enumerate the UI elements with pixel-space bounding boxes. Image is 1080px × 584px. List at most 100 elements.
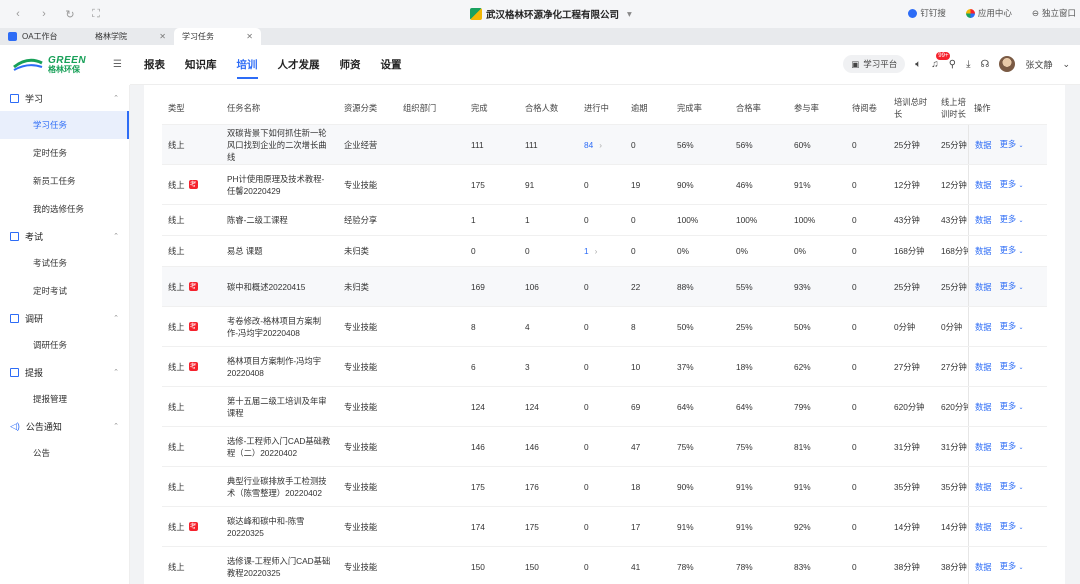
forward-icon[interactable]: › [38,8,50,21]
sidebar-group-exam[interactable]: 考试 ⌃ [0,223,129,249]
sidebar-group-survey[interactable]: 调研 ⌃ [0,305,129,331]
in-progress-link[interactable]: 1 › [578,245,625,257]
pending-grading-cell: 0 [852,521,857,532]
task-name[interactable]: 碳中和概述20220415 [221,281,338,293]
nav-settings[interactable]: 设置 [381,45,402,85]
col-header: 合格人数 [525,102,559,113]
type-cell: 线上 [162,401,221,413]
more-dropdown[interactable]: 更多 ⌄ [1000,520,1024,534]
more-dropdown[interactable]: 更多 ⌄ [1000,320,1024,334]
sidebar-item-report-management[interactable]: 提报管理 [0,385,129,413]
avatar[interactable] [999,56,1016,72]
in-progress-cell: 0 [584,481,589,492]
task-name[interactable]: 典型行业碳排放手工检测技术（陈雪整理）20220402 [221,475,338,499]
data-link[interactable]: 数据 [975,281,992,293]
data-link[interactable]: 数据 [975,139,992,151]
sidebar-group-announcements[interactable]: ◁) 公告通知 ⌃ [0,413,129,439]
nav-knowledge[interactable]: 知识库 [185,45,217,85]
headset-icon[interactable]: ☊ [981,59,990,70]
task-name[interactable]: 陈睿-二级工课程 [221,214,338,226]
more-dropdown[interactable]: 更多 ⌄ [1000,213,1024,227]
in-progress-cell: 0 [584,561,589,572]
data-link[interactable]: 数据 [975,561,992,573]
task-name[interactable]: 碳达峰和碳中和-陈雪20220325 [221,515,338,539]
exam-icon [10,231,19,241]
chevron-right-icon: › [594,246,598,256]
tab-learning-tasks[interactable]: 学习任务 ✕ [174,28,261,45]
sidebar-group-learning[interactable]: 学习 ⌃ [0,85,129,111]
data-link[interactable]: 数据 [975,321,992,333]
task-name[interactable]: 考卷修改-格林项目方案制作-冯均宇20220408 [221,315,338,339]
close-icon[interactable]: ✕ [246,32,253,41]
sidebar-item-new-employee-tasks[interactable]: 新员工任务 [0,167,129,195]
sidebar-item-scheduled-tasks[interactable]: 定时任务 [0,139,129,167]
more-dropdown[interactable]: 更多 ⌄ [1000,178,1024,192]
data-link[interactable]: 数据 [975,214,992,226]
more-dropdown[interactable]: 更多 ⌄ [1000,244,1024,258]
more-dropdown[interactable]: 更多 ⌄ [1000,560,1024,574]
sidebar-group-report[interactable]: 提报 ⌃ [0,359,129,385]
fullscreen-icon[interactable]: ⛶ [90,8,102,21]
overdue-cell: 17 [631,521,641,532]
data-link[interactable]: 数据 [975,521,992,533]
learning-platform-button[interactable]: ▣ 学习平台 [843,55,906,73]
sidebar-item-announcement[interactable]: 公告 [0,439,129,467]
overdue-cell: 69 [631,401,641,412]
nav-teachers[interactable]: 师资 [340,45,361,85]
more-dropdown[interactable]: 更多 ⌄ [1000,360,1024,374]
more-dropdown[interactable]: 更多 ⌄ [1000,480,1024,494]
data-link[interactable]: 数据 [975,179,992,191]
more-dropdown[interactable]: 更多 ⌄ [1000,138,1024,152]
data-link[interactable]: 数据 [975,245,992,257]
sidebar-item-scheduled-exams[interactable]: 定时考试 [0,277,129,305]
standalone-window-button[interactable]: ⊖ 独立窗口 [1032,7,1076,19]
more-dropdown[interactable]: 更多 ⌄ [1000,280,1024,294]
task-name[interactable]: 选修-工程师入门CAD基础教程（二）20220402 [221,435,338,459]
task-name[interactable]: 选修课-工程师入门CAD基础教程20220325 [221,555,338,579]
nav-talent[interactable]: 人才发展 [278,45,320,85]
nav-training[interactable]: 培训 [236,45,258,85]
data-link[interactable]: 数据 [975,401,992,413]
sidebar-item-survey-tasks[interactable]: 调研任务 [0,331,129,359]
sidebar-item-learning-tasks[interactable]: 学习任务 [0,111,129,139]
task-name[interactable]: 易总 课题 [221,245,338,257]
category-cell: 未归类 [344,246,369,256]
app-center-button[interactable]: 应用中心 [965,7,1012,19]
download-icon[interactable]: ⤓ [966,59,970,70]
brand-logo[interactable]: GREEN 格林环保 ☰ [0,45,130,85]
in-progress-link[interactable]: 84 › [578,139,625,151]
in-progress-cell: 0 [584,179,589,190]
dingtalk-search-button[interactable]: 钉钉搜 [908,7,946,19]
data-link[interactable]: 数据 [975,441,992,453]
close-icon[interactable]: ✕ [159,32,166,41]
pass-cell: 111 [525,139,538,150]
browser-right-label: 独立窗口 [1041,8,1076,18]
col-header: 完成 [471,102,488,113]
type-text: 线上 [168,401,185,412]
refresh-icon[interactable]: ↻ [64,8,76,21]
data-link[interactable]: 数据 [975,361,992,373]
chevron-down-icon[interactable]: ⌄ [1062,59,1070,70]
tab-oa[interactable]: OA工作台 [0,28,87,45]
company-switcher[interactable]: 武汉格林环源净化工程有限公司 ▾ [470,7,632,21]
sidebar-item-exam-tasks[interactable]: 考试任务 [0,249,129,277]
menu-collapse-icon[interactable]: ☰ [113,59,122,70]
bell-icon[interactable]: ♫ 99+ [931,51,951,70]
sidebar-item-elective-tasks[interactable]: 我的选修任务 [0,195,129,223]
tab-academy[interactable]: 格林学院 ✕ [87,28,174,45]
user-name[interactable]: 张文静 [1025,58,1052,71]
location-icon[interactable]: ⚲ [949,59,956,70]
back-icon[interactable]: ‹ [12,8,24,21]
pending-grading-cell: 0 [852,179,857,190]
speaker-icon[interactable]: 🔈︎ [915,59,921,70]
nav-reports[interactable]: 报表 [144,45,165,85]
total-duration-cell: 38分钟 [894,561,920,572]
more-dropdown[interactable]: 更多 ⌄ [1000,440,1024,454]
task-name[interactable]: 双碳背景下如何抓住新一轮风口找到企业的二次增长曲线 [221,127,338,163]
data-link[interactable]: 数据 [975,481,992,493]
task-name[interactable]: 格林项目方案制作-冯均宇20220408 [221,355,338,379]
task-name[interactable]: 第十五届二级工培训及年审课程 [221,395,338,419]
task-name[interactable]: PH计使用原理及技术教程-任馨20220429 [221,173,338,197]
chevron-down-icon: ⌄ [1018,444,1024,451]
more-dropdown[interactable]: 更多 ⌄ [1000,400,1024,414]
